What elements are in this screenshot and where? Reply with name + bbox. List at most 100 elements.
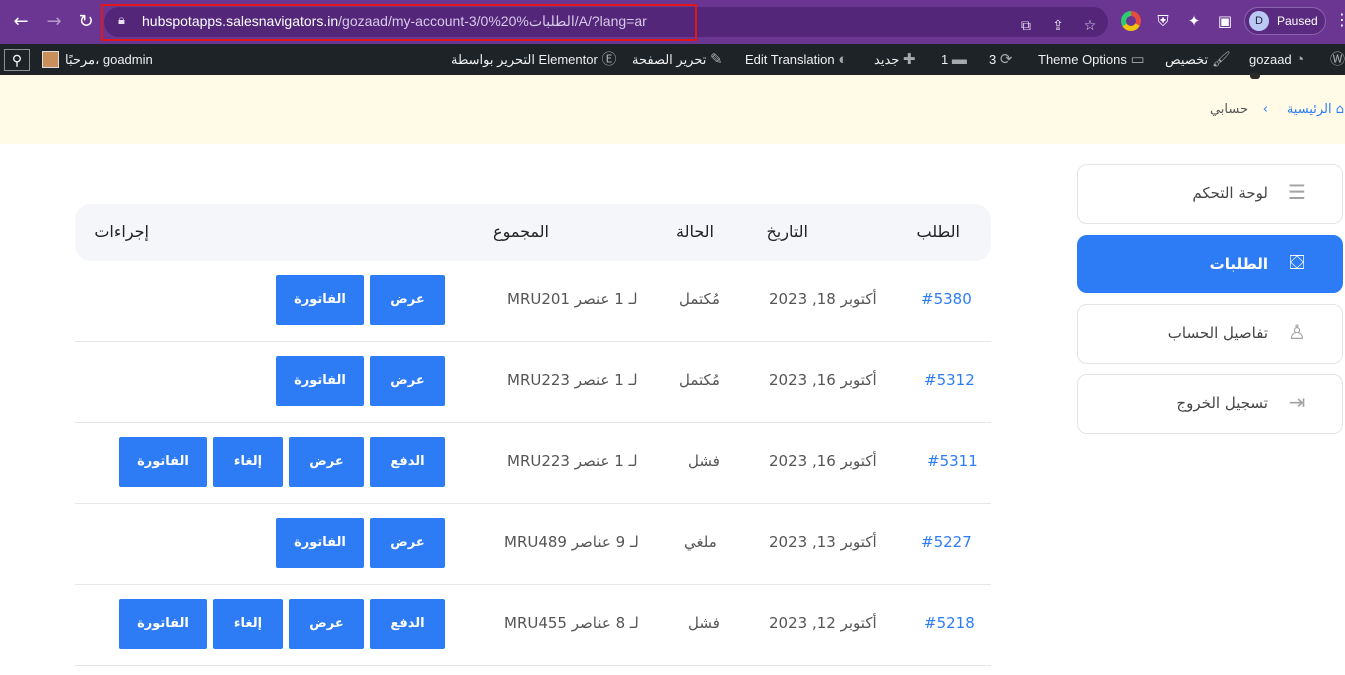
wp-admin-bar: ⚲ مرحبًا، goadmin التحرير بواسطة Element… <box>0 44 1345 75</box>
order-status: مُكتمل <box>679 371 720 389</box>
invoice-button[interactable]: الفاتورة <box>119 437 207 487</box>
order-total: MRU223 لـ 1 عنصر <box>507 371 638 389</box>
view-button[interactable]: عرض <box>370 356 445 406</box>
order-status: مُكتمل <box>679 290 720 308</box>
sliders-icon: ☰ <box>1288 180 1306 204</box>
bookmark-star-icon[interactable]: ☆ <box>1080 16 1100 36</box>
table-row: #5312 أكتوبر 16, 2023 مُكتمل MRU223 لـ 1… <box>75 342 991 423</box>
avatar <box>42 51 59 68</box>
pay-button[interactable]: الدفع <box>370 599 445 649</box>
order-number-link[interactable]: #5380 <box>921 290 972 308</box>
elementor-icon: Ⓔ <box>601 51 617 68</box>
pay-button[interactable]: الدفع <box>370 437 445 487</box>
chevron-left-icon: › <box>1262 102 1268 117</box>
browser-menu-icon[interactable]: ⋮ <box>1334 10 1345 29</box>
side-panel-icon[interactable]: ▣ <box>1214 10 1236 32</box>
wordpress-logo-icon[interactable]: Ⓦ <box>1330 44 1345 75</box>
order-status: ملغي <box>684 533 717 551</box>
sidebar-item-dashboard[interactable]: ☰ لوحة التحكم <box>1077 164 1343 224</box>
sidebar-item-label: تسجيل الخروج <box>1176 394 1268 412</box>
profile-button[interactable]: D Paused <box>1244 7 1326 35</box>
view-button[interactable]: عرض <box>370 518 445 568</box>
view-button[interactable]: عرض <box>370 275 445 325</box>
breadcrumb-current: حسابي <box>1209 102 1248 117</box>
invoice-button[interactable]: الفاتورة <box>276 275 364 325</box>
order-total: MRU201 لـ 1 عنصر <box>507 290 638 308</box>
sidebar-item-orders[interactable]: ⛋ الطلبات <box>1077 235 1343 293</box>
greeting-link[interactable]: مرحبًا، goadmin <box>65 44 153 75</box>
puzzle-extensions-icon[interactable]: ✦ <box>1183 10 1205 32</box>
orders-table-header: الطلب التاريخ الحالة المجموع إجراءات <box>75 204 991 261</box>
order-total: MRU223 لـ 1 عنصر <box>507 452 638 470</box>
home-icon: ⌂ <box>1335 102 1344 117</box>
folder-icon: ▭ <box>1130 51 1145 68</box>
cancel-button[interactable]: إلغاء <box>213 437 283 487</box>
sidebar-item-account-details[interactable]: ♙ تفاصيل الحساب <box>1077 304 1343 364</box>
sidebar-item-label: لوحة التحكم <box>1192 184 1268 202</box>
table-row: #5380 أكتوبر 18, 2023 مُكتمل MRU201 لـ 1… <box>75 261 991 342</box>
header-actions: إجراءات <box>94 222 149 241</box>
order-total: MRU455 لـ 8 عناصر <box>504 614 639 632</box>
site-name-link[interactable]: gozaad ◔ <box>1249 44 1304 75</box>
breadcrumb-home[interactable]: ⌂ الرئيسية <box>1287 102 1344 117</box>
shield-extension-icon[interactable]: ⛨ <box>1152 10 1174 32</box>
translation-icon: ◐ <box>838 51 848 68</box>
sidebar-item-label: تفاصيل الحساب <box>1167 324 1268 342</box>
view-button[interactable]: عرض <box>289 599 364 649</box>
profile-status: Paused <box>1277 14 1318 28</box>
order-number-link[interactable]: #5218 <box>924 614 975 632</box>
profile-avatar: D <box>1249 11 1269 31</box>
order-status: فشل <box>688 452 720 470</box>
forward-arrow-icon[interactable]: → <box>40 8 68 36</box>
order-status: فشل <box>688 614 720 632</box>
order-number-link[interactable]: #5312 <box>924 371 975 389</box>
order-date: أكتوبر 13, 2023 <box>769 533 877 551</box>
invoice-button[interactable]: الفاتورة <box>119 599 207 649</box>
back-arrow-icon[interactable]: ← <box>7 8 35 36</box>
cancel-button[interactable]: إلغاء <box>213 599 283 649</box>
reload-icon[interactable]: ↻ <box>72 8 100 36</box>
translate-icon[interactable]: ⧉ <box>1016 16 1036 36</box>
table-row: #5227 أكتوبر 13, 2023 ملغي MRU489 لـ 9 ع… <box>75 504 991 585</box>
updates-link[interactable]: 3 ⟳ <box>989 44 1012 75</box>
updates-icon: ⟳ <box>999 51 1013 68</box>
customize-link[interactable]: تخصيص 🖌︎ <box>1165 44 1231 75</box>
invoice-button[interactable]: الفاتورة <box>276 518 364 568</box>
browser-toolbar: ← → ↻ 🔒︎ hubspotapps.salesnavigators.in/… <box>0 0 1345 44</box>
header-status: الحالة <box>676 222 714 241</box>
order-number-link[interactable]: #5227 <box>921 533 972 551</box>
header-order: الطلب <box>916 222 960 241</box>
header-total: المجموع <box>493 222 549 241</box>
shopping-bag-icon: ⛋ <box>1289 250 1305 274</box>
table-row: #5311 أكتوبر 16, 2023 فشل MRU223 لـ 1 عن… <box>75 423 991 504</box>
order-number-link[interactable]: #5311 <box>927 452 978 470</box>
pencil-icon: ✎ <box>710 51 723 68</box>
comments-link[interactable]: 1 ▬ <box>941 44 967 75</box>
page-title-fragment <box>1250 73 1260 79</box>
comment-icon: ▬ <box>951 51 967 68</box>
elementor-edit-link[interactable]: التحرير بواسطة Elementor Ⓔ <box>451 44 616 75</box>
table-row: #5218 أكتوبر 12, 2023 فشل MRU455 لـ 8 عن… <box>75 585 991 666</box>
edit-translation-link[interactable]: Edit Translation ◐ <box>745 44 847 75</box>
sidebar-item-label: الطلبات <box>1209 255 1268 273</box>
header-date: التاريخ <box>766 222 808 241</box>
order-total: MRU489 لـ 9 عناصر <box>504 533 639 551</box>
order-date: أكتوبر 18, 2023 <box>769 290 877 308</box>
theme-options-link[interactable]: Theme Options ▭ <box>1038 44 1145 75</box>
dashboard-icon: ◔ <box>1295 51 1305 68</box>
edit-page-link[interactable]: تحرير الصفحة ✎ <box>632 44 723 75</box>
view-button[interactable]: عرض <box>289 437 364 487</box>
color-extension-icon[interactable] <box>1121 11 1141 31</box>
order-date: أكتوبر 12, 2023 <box>769 614 877 632</box>
new-content-link[interactable]: جديد ✚ <box>874 44 916 75</box>
url-highlight-box <box>101 4 697 41</box>
brush-icon: 🖌︎ <box>1211 51 1231 68</box>
user-icon: ♙ <box>1288 320 1306 344</box>
logout-icon: ⇥ <box>1288 390 1306 414</box>
search-icon[interactable]: ⚲ <box>4 49 30 71</box>
share-icon[interactable]: ⇪ <box>1048 16 1068 36</box>
order-date: أكتوبر 16, 2023 <box>769 371 877 389</box>
plus-icon: ✚ <box>902 51 916 68</box>
invoice-button[interactable]: الفاتورة <box>276 356 364 406</box>
sidebar-item-logout[interactable]: ⇥ تسجيل الخروج <box>1077 374 1343 434</box>
